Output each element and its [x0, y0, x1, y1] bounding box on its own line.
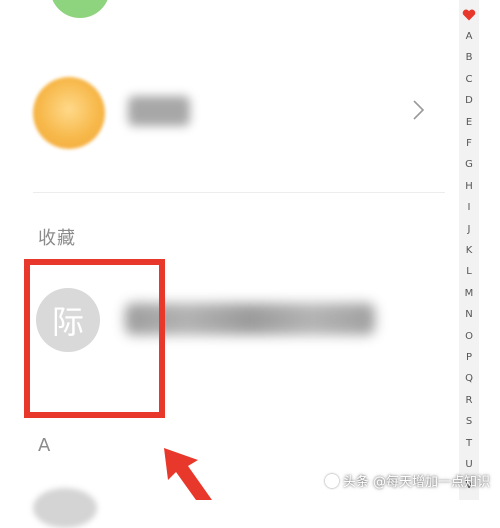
index-letter-l[interactable]: L [459, 266, 479, 278]
section-header-favorites: 收藏 [38, 228, 76, 249]
divider [33, 192, 445, 193]
index-letter-a[interactable]: A [459, 31, 479, 43]
index-letter-b[interactable]: B [459, 52, 479, 64]
highlight-box [24, 259, 165, 418]
section-header-a: A [38, 435, 51, 456]
index-letter-n[interactable]: N [459, 309, 479, 321]
index-letter-s[interactable]: S [459, 416, 479, 428]
index-letter-c[interactable]: C [459, 74, 479, 86]
index-letter-d[interactable]: D [459, 95, 479, 107]
index-letter-m[interactable]: M [459, 288, 479, 300]
index-letter-t[interactable]: T [459, 438, 479, 450]
index-letter-u[interactable]: U [459, 459, 479, 471]
group-avatar[interactable] [33, 77, 105, 149]
toutiao-logo-icon [324, 473, 339, 488]
index-letter-q[interactable]: Q [459, 373, 479, 385]
index-letter-f[interactable]: F [459, 138, 479, 150]
watermark-text: 头条 @每天增加一点知识 [342, 475, 490, 490]
index-letter-h[interactable]: H [459, 181, 479, 193]
watermark: 头条 @每天增加一点知识 [324, 471, 490, 490]
index-letter-o[interactable]: O [459, 331, 479, 343]
contact-avatar-top[interactable] [50, 0, 110, 18]
index-letter-r[interactable]: R [459, 395, 479, 407]
blurred-contact-name[interactable] [128, 96, 190, 126]
index-letter-e[interactable]: E [459, 117, 479, 129]
index-letter-g[interactable]: G [459, 159, 479, 171]
index-letter-k[interactable]: K [459, 245, 479, 257]
chevron-right-icon[interactable] [410, 98, 426, 122]
arrow-pointer-icon [164, 448, 212, 500]
contact-avatar-bottom[interactable] [33, 488, 97, 528]
index-letter-p[interactable]: P [459, 352, 479, 364]
index-letter-i[interactable]: I [459, 202, 479, 214]
heart-icon[interactable] [462, 9, 476, 21]
index-letter-j[interactable]: J [459, 224, 479, 236]
